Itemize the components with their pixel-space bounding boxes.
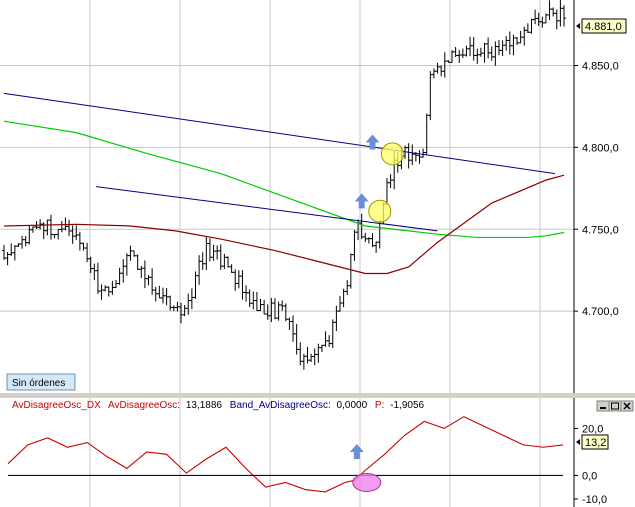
highlight-circle	[368, 199, 392, 223]
legend-osc-value: 13,1886	[186, 400, 223, 411]
panel-separator[interactable]	[0, 393, 635, 398]
last-osc-label: 13,2	[585, 437, 606, 449]
last-price-box: 4.881,0	[576, 18, 627, 34]
highlight-circle	[380, 142, 404, 166]
legend-p-name: P:	[375, 400, 384, 411]
last-price-label: 4.881,0	[585, 21, 622, 33]
last-osc-box: 13,2	[576, 434, 609, 450]
legend-band-value: 0,0000	[337, 400, 368, 411]
oscillator-plot-area	[0, 398, 574, 507]
price-y-axis: 4.700,0 4.750,0 4.800,0 4.850,0	[574, 61, 619, 318]
orders-button[interactable]: Sin órdenes	[6, 373, 76, 391]
y-tick-label: 20,0	[582, 423, 603, 435]
y-tick-label: 4.750,0	[582, 224, 619, 236]
svg-text:AvDisagreeOsc_DX AvDis: AvDisagreeOsc_DX AvDisagreeOsc: 13,1886 …	[12, 400, 425, 411]
y-tick-label: 0,0	[582, 470, 597, 482]
orders-button-label: Sin órdenes	[12, 378, 65, 389]
trading-chart: 4.700,0 4.750,0 4.800,0 4.850,0 4.881,0 Sin…	[0, 0, 635, 507]
y-tick-label: -10,0	[582, 494, 607, 506]
y-tick-label: 4.700,0	[582, 306, 619, 318]
maximize-button[interactable]	[608, 400, 622, 412]
price-plot-area	[0, 0, 574, 393]
y-tick-label: 4.850,0	[582, 61, 619, 73]
oscillator-legend: AvDisagreeOsc_DX AvDisagreeOsc: 13,1886 …	[12, 400, 425, 411]
oscillator-panel: 20,0 0,0 -10,0 13,2 AvDisagreeOsc_DX AvDis…	[0, 398, 634, 507]
price-panel: 4.700,0 4.750,0 4.800,0 4.850,0 4.881,0 Sin…	[0, 0, 627, 393]
legend-indicator-name: AvDisagreeOsc_DX	[12, 400, 101, 411]
close-button[interactable]	[620, 400, 634, 412]
minimize-button[interactable]	[596, 400, 610, 412]
legend-band-name: Band_AvDisagreeOsc:	[230, 400, 331, 411]
highlight-ellipse	[352, 473, 382, 492]
legend-p-value: -1,9056	[390, 400, 424, 411]
legend-osc-name: AvDisagreeOsc:	[108, 400, 180, 411]
minimize-icon	[600, 407, 606, 409]
y-tick-label: 4.800,0	[582, 142, 619, 154]
